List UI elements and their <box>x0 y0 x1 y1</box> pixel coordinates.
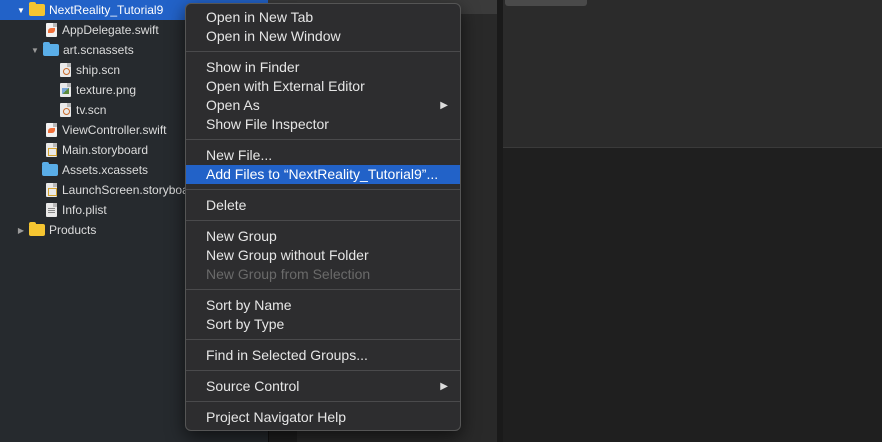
tree-row-label: Info.plist <box>62 203 107 217</box>
menu-item-new-group-without-folder[interactable]: New Group without Folder <box>186 246 460 265</box>
tree-row-label: Assets.xcassets <box>62 163 149 177</box>
submenu-arrow-icon: ▶ <box>440 100 448 111</box>
tree-row-label: ViewController.swift <box>62 123 167 137</box>
menu-item-source-control[interactable]: Source Control ▶ <box>186 377 460 396</box>
menu-separator <box>186 220 460 221</box>
blue-folder-icon <box>42 162 58 176</box>
menu-item-open-in-new-tab[interactable]: Open in New Tab <box>186 8 460 27</box>
folder-icon <box>29 2 45 16</box>
menu-item-new-group[interactable]: New Group <box>186 227 460 246</box>
tree-row-label: ship.scn <box>76 63 121 77</box>
disclosure-closed-icon[interactable]: ▶ <box>16 225 26 235</box>
tree-row-label: AppDelegate.swift <box>62 23 159 37</box>
tree-row-label: art.scnassets <box>63 43 134 57</box>
menu-separator <box>186 401 460 402</box>
library-panel[interactable] <box>503 148 882 442</box>
menu-separator <box>186 370 460 371</box>
plist-file-icon <box>46 203 57 217</box>
menu-item-sort-by-name[interactable]: Sort by Name <box>186 296 460 315</box>
disclosure-open-icon[interactable]: ▼ <box>16 5 26 15</box>
tree-row-label: texture.png <box>76 83 137 97</box>
menu-separator <box>186 339 460 340</box>
swift-file-icon <box>46 123 57 137</box>
menu-item-add-files[interactable]: Add Files to “NextReality_Tutorial9”... <box>186 165 460 184</box>
menu-separator <box>186 289 460 290</box>
tree-row-label: Main.storyboard <box>62 143 149 157</box>
menu-item-new-file[interactable]: New File... <box>186 146 460 165</box>
menu-item-open-in-new-window[interactable]: Open in New Window <box>186 27 460 46</box>
menu-item-find-in-selected-groups[interactable]: Find in Selected Groups... <box>186 346 460 365</box>
menu-item-label: Source Control <box>206 378 300 394</box>
scn-file-icon <box>60 103 71 117</box>
menu-separator <box>186 189 460 190</box>
scn-file-icon <box>60 63 71 77</box>
swift-file-icon <box>46 23 57 37</box>
menu-item-show-in-finder[interactable]: Show in Finder <box>186 58 460 77</box>
disclosure-open-icon[interactable]: ▼ <box>30 45 40 55</box>
menu-separator <box>186 139 460 140</box>
tree-row-label: LaunchScreen.storyboard <box>62 183 200 197</box>
menu-item-open-as[interactable]: Open As ▶ <box>186 96 460 115</box>
context-menu[interactable]: Open in New Tab Open in New Window Show … <box>185 3 461 431</box>
inspector-tab[interactable] <box>505 0 587 6</box>
tree-row-label: Products <box>49 223 97 237</box>
menu-item-project-navigator-help[interactable]: Project Navigator Help <box>186 408 460 427</box>
menu-item-sort-by-type[interactable]: Sort by Type <box>186 315 460 334</box>
menu-item-open-with-external-editor[interactable]: Open with External Editor <box>186 77 460 96</box>
menu-separator <box>186 51 460 52</box>
folder-icon <box>29 222 45 236</box>
menu-item-label: Open As <box>206 97 260 113</box>
storyboard-file-icon <box>46 183 57 197</box>
tree-row-label: NextReality_Tutorial9 <box>49 3 164 17</box>
menu-item-new-group-from-selection: New Group from Selection <box>206 266 371 282</box>
png-file-icon <box>60 83 71 97</box>
blue-folder-icon <box>43 42 59 56</box>
storyboard-file-icon <box>46 143 57 157</box>
tree-row-label: tv.scn <box>76 103 107 117</box>
menu-item-show-file-inspector[interactable]: Show File Inspector <box>186 115 460 134</box>
inspector-panel[interactable] <box>503 0 882 148</box>
submenu-arrow-icon: ▶ <box>440 381 448 392</box>
menu-item-delete[interactable]: Delete <box>186 196 460 215</box>
